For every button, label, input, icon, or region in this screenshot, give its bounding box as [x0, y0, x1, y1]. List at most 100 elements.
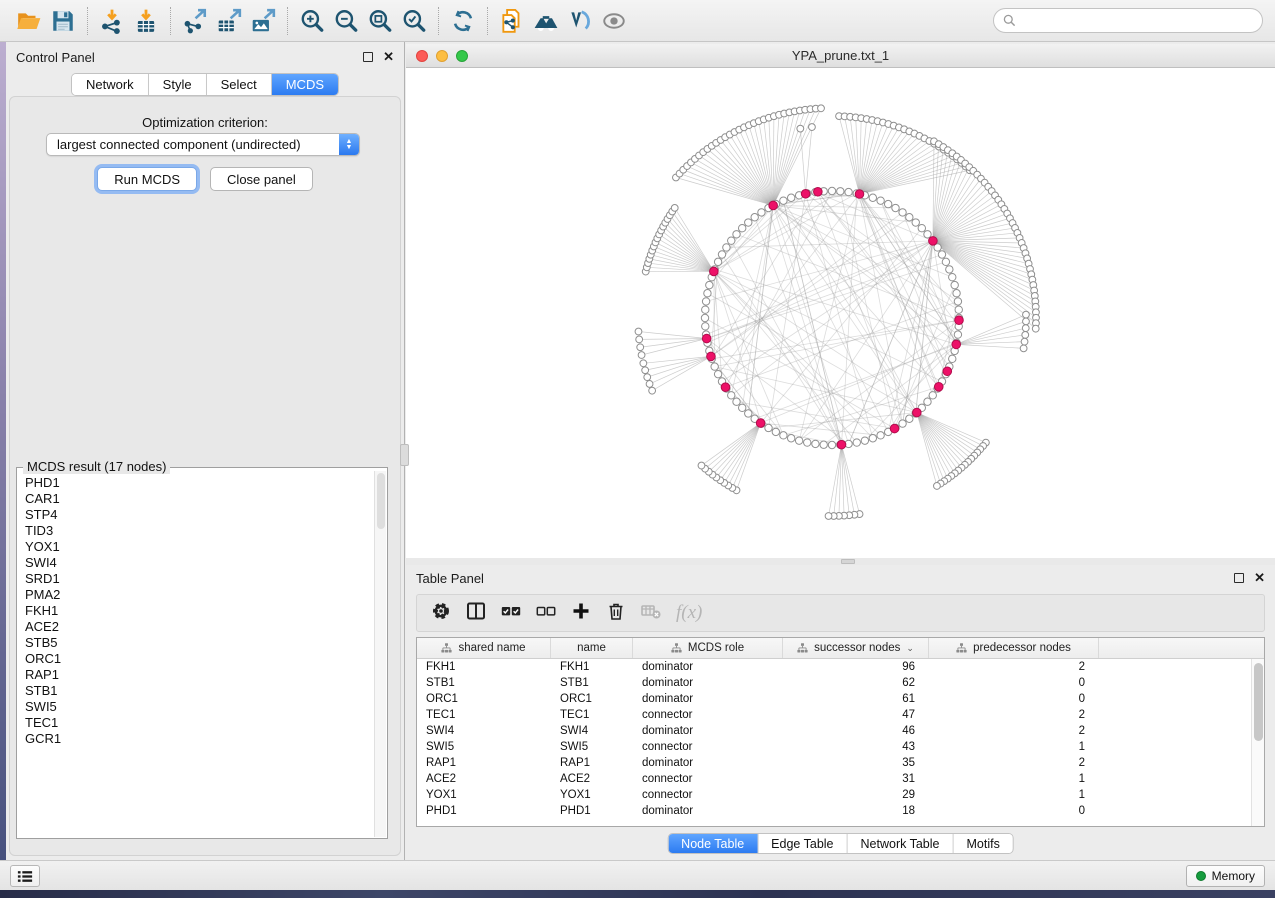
graph-node[interactable]	[1023, 318, 1030, 325]
refresh-layout-icon[interactable]	[446, 4, 480, 38]
show-hide-icon[interactable]	[597, 4, 631, 38]
export-image-icon[interactable]	[246, 4, 280, 38]
tab-motifs[interactable]: Motifs	[953, 834, 1012, 853]
tab-mcds[interactable]: MCDS	[272, 74, 338, 95]
tab-edge-table[interactable]: Edge Table	[758, 834, 847, 853]
graph-node[interactable]	[820, 441, 827, 448]
graph-node[interactable]	[1020, 345, 1027, 352]
mcds-result-item[interactable]: SRD1	[25, 571, 373, 587]
graph-mcds-node[interactable]	[710, 267, 719, 276]
mcds-result-item[interactable]: STP4	[25, 507, 373, 523]
close-panel-button[interactable]: Close panel	[210, 167, 313, 191]
table-settings-gear-icon[interactable]	[431, 601, 451, 626]
graph-node[interactable]	[892, 204, 899, 211]
graph-node[interactable]	[924, 231, 931, 238]
column-header-MCDS-role[interactable]: MCDS role	[633, 638, 783, 658]
graph-node[interactable]	[951, 281, 958, 288]
zoom-selected-icon[interactable]	[397, 4, 431, 38]
graph-node[interactable]	[635, 328, 642, 335]
graph-node[interactable]	[728, 392, 735, 399]
scrollbar-thumb[interactable]	[377, 473, 385, 529]
mcds-result-item[interactable]: STB5	[25, 635, 373, 651]
graph-node[interactable]	[738, 224, 745, 231]
mcds-result-item[interactable]: CAR1	[25, 491, 373, 507]
graph-node[interactable]	[644, 374, 651, 381]
graph-mcds-node[interactable]	[934, 382, 943, 391]
graph-node[interactable]	[825, 513, 832, 520]
optimization-criterion-select[interactable]: largest connected component (undirected)…	[46, 133, 360, 156]
graph-node[interactable]	[718, 251, 725, 258]
graph-node[interactable]	[780, 197, 787, 204]
graph-node[interactable]	[954, 331, 961, 338]
graph-node[interactable]	[912, 219, 919, 226]
table-row[interactable]: ORC1ORC1dominator610	[417, 691, 1251, 707]
column-header-successor-nodes[interactable]: successor nodes⌄	[783, 638, 929, 658]
zoom-out-icon[interactable]	[329, 4, 363, 38]
mcds-result-item[interactable]: YOX1	[25, 539, 373, 555]
table-scrollbar[interactable]	[1251, 659, 1264, 826]
tab-style[interactable]: Style	[149, 74, 207, 95]
column-header-name[interactable]: name	[551, 638, 633, 658]
graph-node[interactable]	[711, 363, 718, 370]
tab-node-table[interactable]: Node Table	[668, 834, 758, 853]
table-row[interactable]: YOX1YOX1connector291	[417, 787, 1251, 803]
graph-node[interactable]	[787, 435, 794, 442]
table-row[interactable]: RAP1RAP1dominator352	[417, 755, 1251, 771]
graph-node[interactable]	[1021, 338, 1028, 345]
vertical-split-handle[interactable]	[400, 444, 409, 466]
graph-node[interactable]	[818, 105, 825, 112]
mcds-result-item[interactable]: TEC1	[25, 715, 373, 731]
mcds-result-item[interactable]: FKH1	[25, 603, 373, 619]
mcds-result-item[interactable]: SWI4	[25, 555, 373, 571]
table-row[interactable]: SWI5SWI5connector431	[417, 739, 1251, 755]
mcds-result-item[interactable]: STB1	[25, 683, 373, 699]
graph-node[interactable]	[845, 188, 852, 195]
graph-node[interactable]	[733, 231, 740, 238]
network-canvas[interactable]	[406, 68, 1275, 558]
graph-node[interactable]	[949, 273, 956, 280]
graph-node[interactable]	[899, 420, 906, 427]
table-row[interactable]: ACE2ACE2connector311	[417, 771, 1251, 787]
table-row[interactable]: STB1STB1dominator620	[417, 675, 1251, 691]
graph-node[interactable]	[906, 415, 913, 422]
tab-network-table[interactable]: Network Table	[848, 834, 954, 853]
graph-node[interactable]	[954, 298, 961, 305]
graph-mcds-node[interactable]	[814, 187, 823, 196]
search-network-icon[interactable]	[529, 4, 563, 38]
float-table-panel-icon[interactable]	[1234, 573, 1244, 583]
horizontal-split[interactable]	[406, 558, 1275, 565]
graph-node[interactable]	[738, 404, 745, 411]
graph-node[interactable]	[795, 437, 802, 444]
table-row[interactable]: FKH1FKH1dominator962	[417, 659, 1251, 675]
mcds-result-item[interactable]: PMA2	[25, 587, 373, 603]
zoom-fit-icon[interactable]	[363, 4, 397, 38]
graph-node[interactable]	[701, 314, 708, 321]
apply-style-icon[interactable]	[563, 4, 597, 38]
delete-column-icon[interactable]	[606, 601, 626, 626]
graph-node[interactable]	[640, 360, 647, 367]
graph-node[interactable]	[946, 266, 953, 273]
graph-node[interactable]	[751, 214, 758, 221]
graph-node[interactable]	[797, 125, 804, 132]
graph-node[interactable]	[706, 281, 713, 288]
node-table-body[interactable]: FKH1FKH1dominator962STB1STB1dominator620…	[417, 659, 1251, 826]
graph-node[interactable]	[698, 462, 705, 469]
tab-select[interactable]: Select	[207, 74, 272, 95]
graph-node[interactable]	[758, 209, 765, 216]
graph-node[interactable]	[637, 344, 644, 351]
graph-node[interactable]	[702, 306, 709, 313]
mcds-result-item[interactable]: GCR1	[25, 731, 373, 747]
graph-mcds-node[interactable]	[855, 190, 864, 199]
graph-node[interactable]	[1032, 325, 1039, 332]
mcds-result-item[interactable]: ORC1	[25, 651, 373, 667]
graph-mcds-node[interactable]	[702, 334, 711, 343]
create-column-icon[interactable]	[571, 601, 591, 626]
memory-button[interactable]: Memory	[1186, 865, 1265, 887]
column-header-shared-name[interactable]: shared name	[417, 638, 551, 658]
graph-node[interactable]	[828, 187, 835, 194]
graph-node[interactable]	[702, 298, 709, 305]
column-header-predecessor-nodes[interactable]: predecessor nodes	[929, 638, 1099, 658]
task-history-button[interactable]	[10, 865, 40, 887]
mcds-result-scrollbar[interactable]	[374, 471, 386, 837]
show-columns-icon[interactable]	[466, 601, 486, 626]
